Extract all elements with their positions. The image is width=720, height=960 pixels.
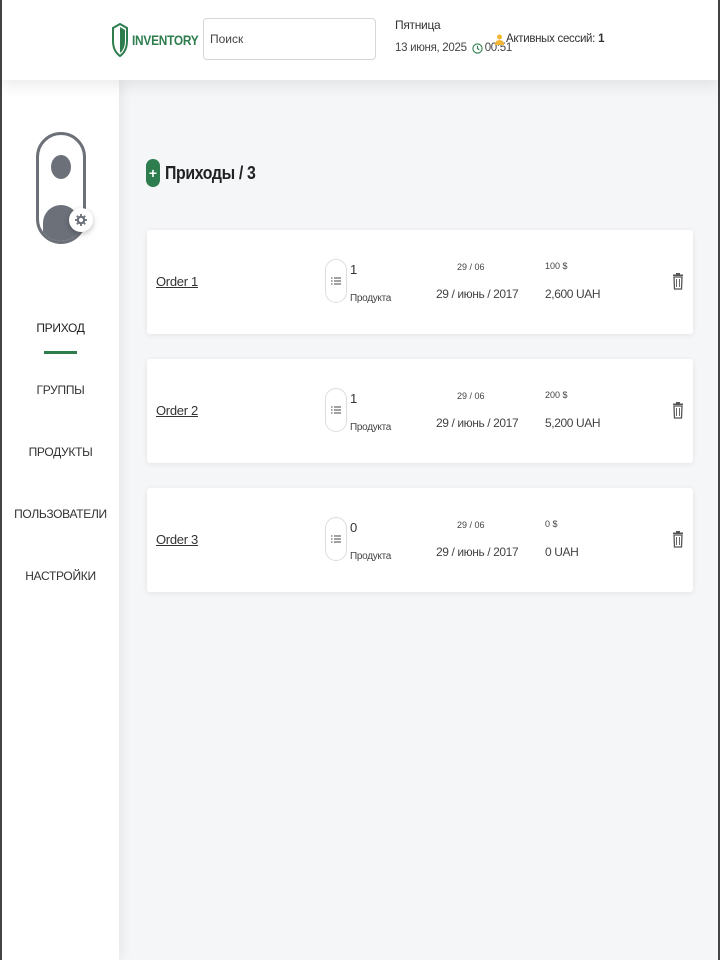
order-total-uah: 2,600 UAH: [545, 287, 601, 301]
order-card[interactable]: Order 1 1 Продукта 29 / 06 29 / июнь / 2…: [147, 230, 693, 334]
products-list-button[interactable]: [325, 388, 347, 432]
page-title: Приходы / 3: [165, 162, 256, 183]
list-icon: [331, 535, 341, 543]
sidebar-nav: ПРИХОД ГРУППЫ ПРОДУКТЫ ПОЛЬЗОВАТЕЛИ НАСТ…: [2, 318, 119, 628]
search-input[interactable]: [203, 18, 376, 60]
order-date-short: 29 / 06: [457, 391, 485, 401]
page-header: + Приходы / 3: [146, 159, 268, 187]
order-total-uah: 0 UAH: [545, 545, 579, 559]
day-name: Пятница: [395, 18, 441, 32]
logo-text: INVENTORY: [132, 32, 199, 48]
sidebar-item-incoming[interactable]: ПРИХОД: [2, 318, 119, 380]
order-total-usd: 100 $: [545, 261, 568, 271]
avatar[interactable]: [36, 132, 93, 244]
order-link[interactable]: Order 1: [156, 274, 198, 289]
sidebar: ПРИХОД ГРУППЫ ПРОДУКТЫ ПОЛЬЗОВАТЕЛИ НАСТ…: [2, 80, 119, 960]
products-list-button[interactable]: [325, 259, 347, 303]
order-date-long: 29 / июнь / 2017: [436, 545, 519, 559]
avatar-settings-button[interactable]: [69, 208, 93, 232]
order-date-short: 29 / 06: [457, 520, 485, 530]
current-date: 13 июня, 2025: [395, 42, 467, 54]
list-icon: [331, 277, 341, 285]
order-date-long: 29 / июнь / 2017: [436, 287, 519, 301]
plus-icon: +: [148, 165, 158, 181]
product-count-label: Продукта: [350, 293, 392, 304]
products-list-button[interactable]: [325, 517, 347, 561]
logo[interactable]: INVENTORY: [112, 22, 210, 58]
order-card[interactable]: Order 3 0 Продукта 29 / 06 29 / июнь / 2…: [147, 488, 693, 592]
product-count: 1: [350, 262, 358, 277]
order-total-usd: 0 $: [545, 519, 558, 529]
sidebar-item-settings[interactable]: НАСТРОЙКИ: [2, 566, 119, 628]
clock-icon: [472, 42, 483, 54]
sessions-count: 1: [598, 33, 605, 45]
sidebar-item-users[interactable]: ПОЛЬЗОВАТЕЛИ: [2, 504, 119, 566]
trash-icon[interactable]: [673, 272, 683, 290]
gear-icon: [75, 214, 87, 226]
order-card[interactable]: Order 2 1 Продукта 29 / 06 29 / июнь / 2…: [147, 359, 693, 463]
add-order-button[interactable]: +: [146, 159, 160, 187]
trash-icon[interactable]: [673, 401, 683, 419]
header: INVENTORY Пятница 13 июня, 2025 00:51 Ак…: [2, 0, 718, 80]
user-icon: [495, 34, 504, 45]
order-date-long: 29 / июнь / 2017: [436, 416, 519, 430]
avatar-head: [51, 155, 71, 179]
product-count: 0: [350, 520, 358, 535]
active-sessions: Активных сессий: 1: [495, 33, 605, 45]
order-link[interactable]: Order 2: [156, 403, 198, 418]
shield-icon: [112, 23, 128, 57]
trash-icon[interactable]: [673, 530, 683, 548]
sidebar-item-products[interactable]: ПРОДУКТЫ: [2, 442, 119, 504]
product-count: 1: [350, 391, 358, 406]
order-total-usd: 200 $: [545, 390, 568, 400]
order-total-uah: 5,200 UAH: [545, 416, 601, 430]
sidebar-item-groups[interactable]: ГРУППЫ: [2, 380, 119, 442]
sessions-label: Активных сессий:: [506, 33, 596, 45]
list-icon: [331, 406, 341, 414]
order-date-short: 29 / 06: [457, 262, 485, 272]
order-link[interactable]: Order 3: [156, 532, 198, 547]
product-count-label: Продукта: [350, 422, 392, 433]
product-count-label: Продукта: [350, 551, 392, 562]
